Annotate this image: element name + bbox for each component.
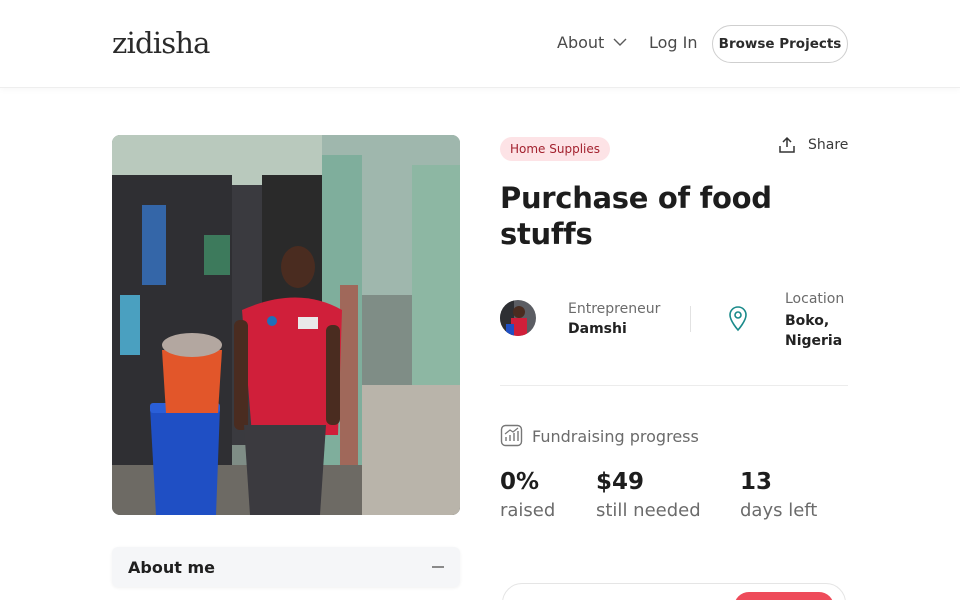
info-divider [690, 306, 691, 332]
stat-raised-label: raised [500, 500, 556, 521]
share-button[interactable]: Share [778, 136, 848, 154]
stat-days-value: 13 [740, 469, 773, 495]
project-title: Purchase of food stuffs [500, 181, 772, 251]
entrepreneur-avatar[interactable] [500, 300, 536, 336]
about-me-title: About me [128, 557, 215, 577]
project-photo [112, 135, 460, 515]
category-badge[interactable]: Home Supplies [500, 137, 611, 161]
nav-login-link[interactable]: Log In [649, 33, 698, 52]
location-label: Location [785, 291, 845, 307]
stat-raised-value: 0% [500, 469, 540, 495]
chevron-down-icon [613, 38, 627, 46]
zidisha-logo[interactable]: zidisha [112, 26, 210, 60]
site-header: zidisha About Log In Browse Projects [0, 0, 960, 88]
share-label: Share [808, 137, 849, 153]
about-me-accordion[interactable]: About me [112, 547, 460, 587]
nav-about-label: About [557, 33, 605, 52]
chart-growth-icon [500, 424, 523, 447]
stat-needed: $49 still needed [596, 468, 701, 521]
nav-about-dropdown[interactable]: About [557, 33, 627, 52]
section-divider [500, 385, 848, 386]
share-upload-icon [779, 136, 795, 153]
entrepreneur-name[interactable]: Damshi [568, 321, 627, 337]
location-pin-icon [729, 306, 747, 332]
stat-raised: 0% raised [500, 468, 555, 521]
browse-projects-button[interactable]: Browse Projects [712, 25, 848, 63]
stat-needed-label: still needed [596, 500, 701, 521]
stat-days: 13 days left [740, 468, 817, 521]
entrepreneur-label: Entrepreneur [568, 301, 661, 317]
collapse-minus-icon[interactable] [432, 566, 444, 568]
lend-button[interactable] [734, 592, 834, 600]
stat-needed-value: $49 [596, 469, 645, 495]
stat-days-label: days left [740, 500, 818, 521]
fundraising-progress-label: Fundraising progress [532, 427, 699, 446]
location-value: Boko, Nigeria [785, 313, 843, 349]
